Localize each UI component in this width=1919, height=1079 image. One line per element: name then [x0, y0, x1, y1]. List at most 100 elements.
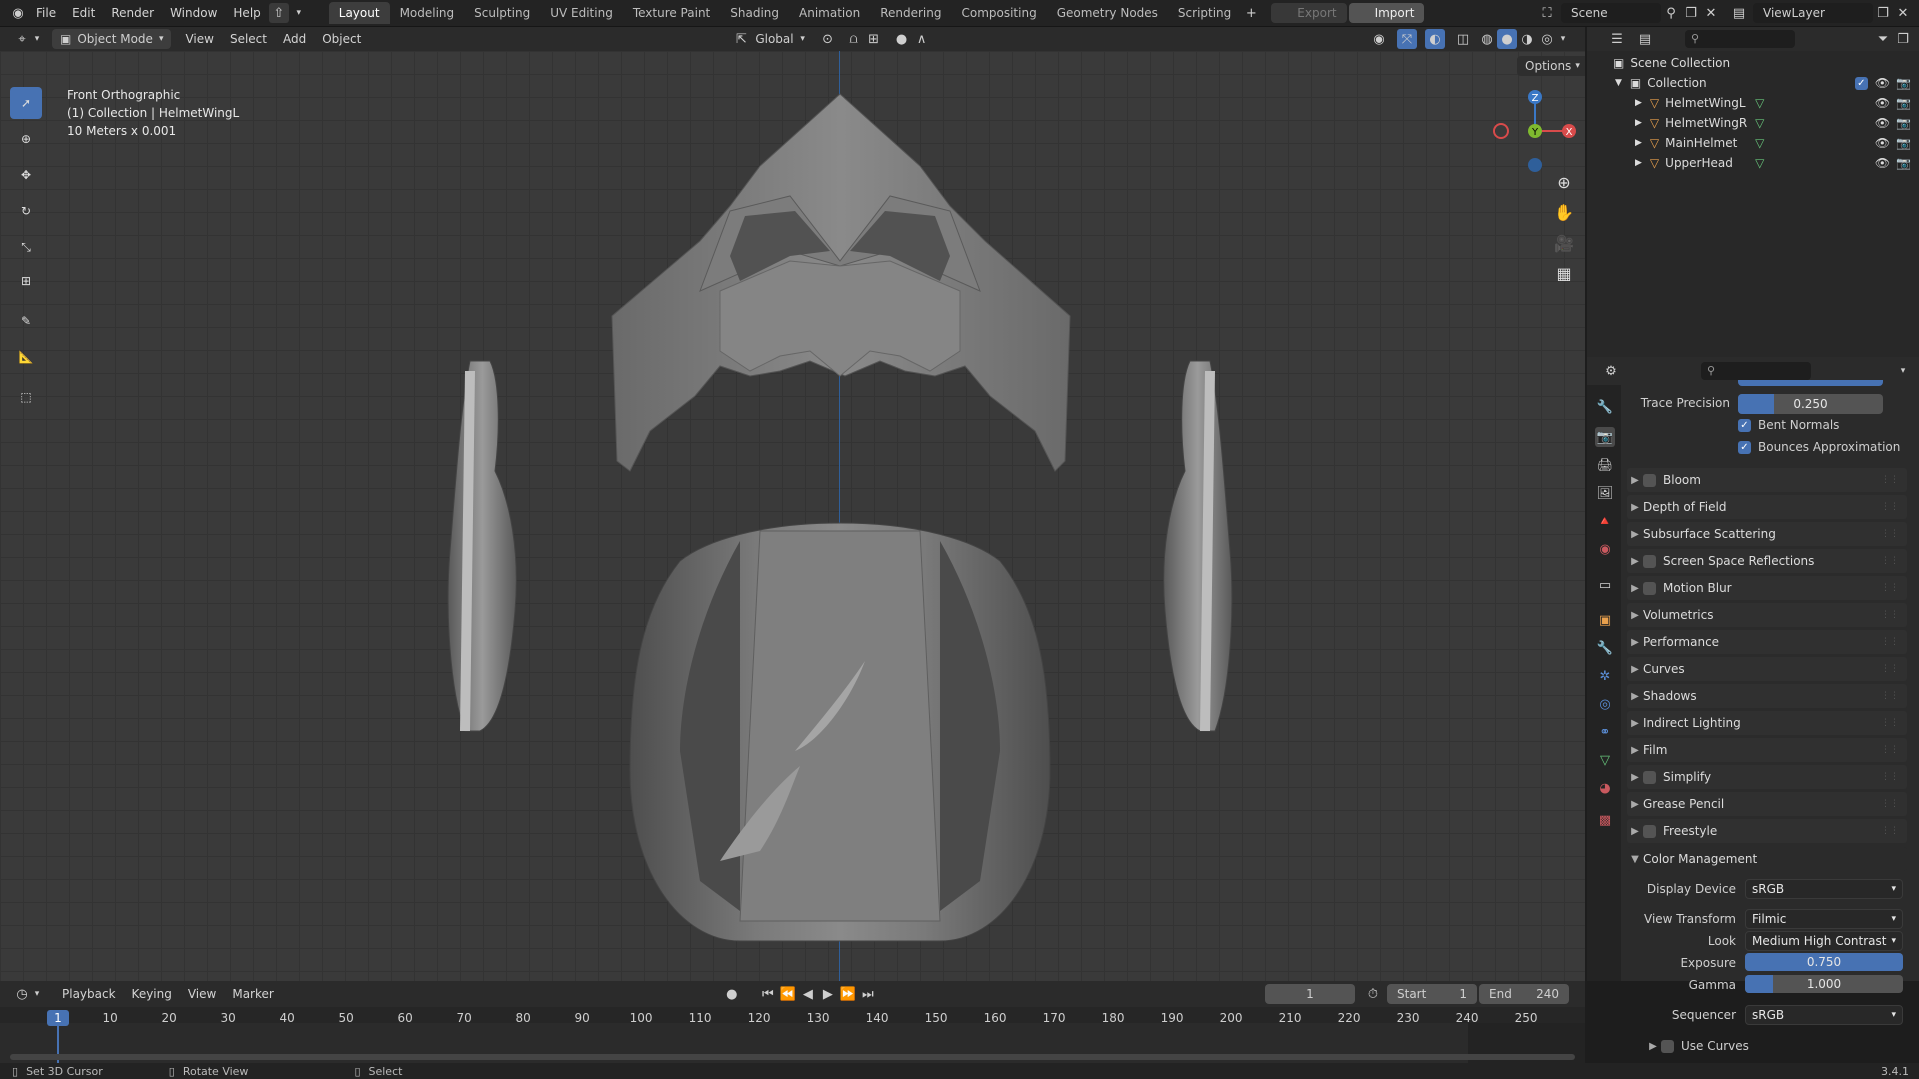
helmet-wing-right-mesh[interactable] — [1163, 360, 1233, 732]
chevron-down-icon[interactable]: ▾ — [1557, 29, 1569, 49]
tab-texture-paint[interactable]: Texture Paint — [623, 2, 720, 24]
panel-enable-checkbox[interactable] — [1643, 824, 1656, 838]
add-workspace-icon[interactable]: + — [1241, 3, 1261, 23]
add-cube-tool[interactable]: ⬚ — [10, 381, 42, 413]
eye-icon[interactable]: 👁 — [1875, 116, 1890, 130]
chevron-right-icon[interactable]: ▶ — [1635, 138, 1642, 148]
drag-handle-icon[interactable]: ⋮⋮ — [1881, 475, 1899, 485]
tab-layout[interactable]: Layout — [328, 2, 390, 24]
gizmo-icon[interactable]: ⤧ — [1397, 29, 1417, 49]
render-tab-icon[interactable]: 📷 — [1595, 427, 1615, 447]
data-tab-icon[interactable]: ▽ — [1595, 750, 1615, 770]
proportional-edit-icon[interactable]: ● — [892, 29, 912, 49]
panel-enable-checkbox[interactable] — [1643, 473, 1656, 487]
panel-film[interactable]: ▶ Film ⋮⋮ — [1627, 738, 1907, 762]
panel-freestyle[interactable]: ▶ Freestyle ⋮⋮ — [1627, 819, 1907, 843]
cursor-tool[interactable]: ⊕ — [10, 123, 42, 155]
outliner-object-row[interactable]: ▶ ▽ MainHelmet ▽ 👁 📷 — [1587, 133, 1919, 153]
viewport-menu-select[interactable]: Select — [222, 28, 275, 50]
trace-precision-slider[interactable]: 0.250 — [1738, 394, 1883, 414]
upload-icon[interactable]: ⇧ — [268, 3, 289, 23]
panel-depth-of-field[interactable]: ▶ Depth of Field ⋮⋮ — [1627, 495, 1907, 519]
delete-scene-icon[interactable]: ✕ — [1701, 3, 1721, 23]
scene-name-field[interactable]: Scene — [1561, 3, 1661, 23]
world-tab-icon[interactable]: ◉ — [1595, 539, 1615, 559]
drag-handle-icon[interactable]: ⋮⋮ — [1881, 772, 1899, 782]
timeline-menu-keying[interactable]: Keying — [124, 983, 180, 1005]
tab-animation[interactable]: Animation — [789, 2, 870, 24]
new-scene-icon[interactable]: ❐ — [1681, 3, 1701, 23]
drag-handle-icon[interactable]: ⋮⋮ — [1881, 610, 1899, 620]
camera-icon[interactable]: 📷 — [1896, 116, 1911, 130]
mesh-data-icon[interactable]: ▽ — [1755, 116, 1764, 130]
mesh-data-icon[interactable]: ▽ — [1755, 136, 1764, 150]
falloff-icon[interactable]: ∧ — [912, 29, 932, 49]
tab-rendering[interactable]: Rendering — [870, 2, 951, 24]
outliner-collection[interactable]: ▼ ▣ Collection ✓ 👁 📷 — [1587, 73, 1919, 93]
panel-screen-space-reflections[interactable]: ▶ Screen Space Reflections ⋮⋮ — [1627, 549, 1907, 573]
drag-handle-icon[interactable]: ⋮⋮ — [1881, 664, 1899, 674]
outliner-object-row[interactable]: ▶ ▽ HelmetWingR ▽ 👁 📷 — [1587, 113, 1919, 133]
grid-view-icon[interactable]: ▦ — [1550, 259, 1578, 287]
sequencer-dropdown[interactable]: sRGB ▾ — [1745, 1005, 1903, 1025]
object-tab-icon[interactable]: ▣ — [1595, 610, 1615, 630]
panel-enable-checkbox[interactable] — [1643, 554, 1656, 568]
view-layer-field[interactable]: ViewLayer — [1753, 3, 1873, 23]
eye-icon[interactable]: 👁 — [1875, 76, 1890, 90]
timeline-scrollbar[interactable] — [10, 1054, 1575, 1060]
chevron-right-icon[interactable]: ▶ — [1635, 158, 1642, 168]
tab-sculpting[interactable]: Sculpting — [464, 2, 540, 24]
tab-uv-editing[interactable]: UV Editing — [540, 2, 623, 24]
prev-keyframe-icon[interactable]: ⏪ — [778, 984, 798, 1004]
menu-edit[interactable]: Edit — [64, 2, 103, 24]
menu-window[interactable]: Window — [162, 2, 225, 24]
look-dropdown[interactable]: Medium High Contrast ▾ — [1745, 931, 1903, 951]
eye-icon[interactable]: 👁 — [1875, 156, 1890, 170]
display-device-dropdown[interactable]: sRGB ▾ — [1745, 879, 1903, 899]
export-button[interactable]: Export — [1271, 3, 1347, 23]
use-curves-checkbox[interactable] — [1661, 1039, 1674, 1053]
camera-icon[interactable]: 📷 — [1896, 156, 1911, 170]
tab-modeling[interactable]: Modeling — [390, 2, 465, 24]
scale-tool[interactable]: ⤡ — [10, 231, 42, 263]
material-tab-icon[interactable]: ◕ — [1595, 778, 1615, 798]
helmet-mesh[interactable] — [0, 51, 1585, 981]
play-reverse-icon[interactable]: ◀ — [798, 984, 818, 1004]
chevron-right-icon[interactable]: ▶ — [1635, 118, 1642, 128]
upper-head-mesh[interactable] — [611, 93, 1071, 472]
helmet-wing-left-mesh[interactable] — [447, 360, 517, 732]
mesh-data-icon[interactable]: ▽ — [1755, 96, 1764, 110]
view-layer-icon[interactable]: ▤ — [1729, 3, 1749, 23]
tool-tab-icon[interactable]: 🔧 — [1595, 397, 1615, 417]
panel-volumetrics[interactable]: ▶ Volumetrics ⋮⋮ — [1627, 603, 1907, 627]
record-icon[interactable]: ● — [722, 984, 742, 1004]
snap-icon[interactable]: ⩍ — [844, 29, 864, 49]
panel-curves[interactable]: ▶ Curves ⋮⋮ — [1627, 657, 1907, 681]
timeline-menu-view[interactable]: View — [180, 983, 224, 1005]
timeline-menu-marker[interactable]: Marker — [224, 983, 281, 1005]
texture-tab-icon[interactable]: ▩ — [1595, 810, 1615, 830]
exclude-checkbox[interactable]: ✓ — [1854, 76, 1868, 90]
tab-shading[interactable]: Shading — [720, 2, 789, 24]
timeline-menu-playback[interactable]: Playback — [54, 983, 124, 1005]
object-mode-dropdown[interactable]: ▣ Object Mode ▾ — [52, 29, 172, 49]
menu-help[interactable]: Help — [225, 2, 268, 24]
physics-tab-icon[interactable]: ◎ — [1595, 694, 1615, 714]
transform-tool[interactable]: ⊞ — [10, 265, 42, 297]
editor-type-icon[interactable]: ⌖ — [12, 29, 32, 49]
display-mode-icon[interactable]: ▤ — [1635, 29, 1655, 49]
start-frame-field[interactable]: Start 1 — [1387, 984, 1477, 1004]
panel-enable-checkbox[interactable] — [1643, 581, 1656, 595]
drag-handle-icon[interactable]: ⋮⋮ — [1881, 583, 1899, 593]
navigation-gizmo[interactable]: Z Y X — [1490, 86, 1580, 176]
properties-type-icon[interactable]: ⚙ — [1601, 361, 1621, 381]
panel-subsurface-scattering[interactable]: ▶ Subsurface Scattering ⋮⋮ — [1627, 522, 1907, 546]
view-transform-dropdown[interactable]: Filmic ▾ — [1745, 909, 1903, 929]
drag-handle-icon[interactable]: ⋮⋮ — [1881, 556, 1899, 566]
mesh-data-icon[interactable]: ▽ — [1755, 156, 1764, 170]
delete-view-layer-icon[interactable]: ✕ — [1893, 3, 1913, 23]
rotate-tool[interactable]: ↻ — [10, 195, 42, 227]
orientation-icon[interactable]: ⇱ — [731, 29, 751, 49]
scene-icon[interactable]: ⛶ — [1537, 3, 1557, 23]
use-curves-row[interactable]: ▶ Use Curves — [1645, 1039, 1749, 1053]
